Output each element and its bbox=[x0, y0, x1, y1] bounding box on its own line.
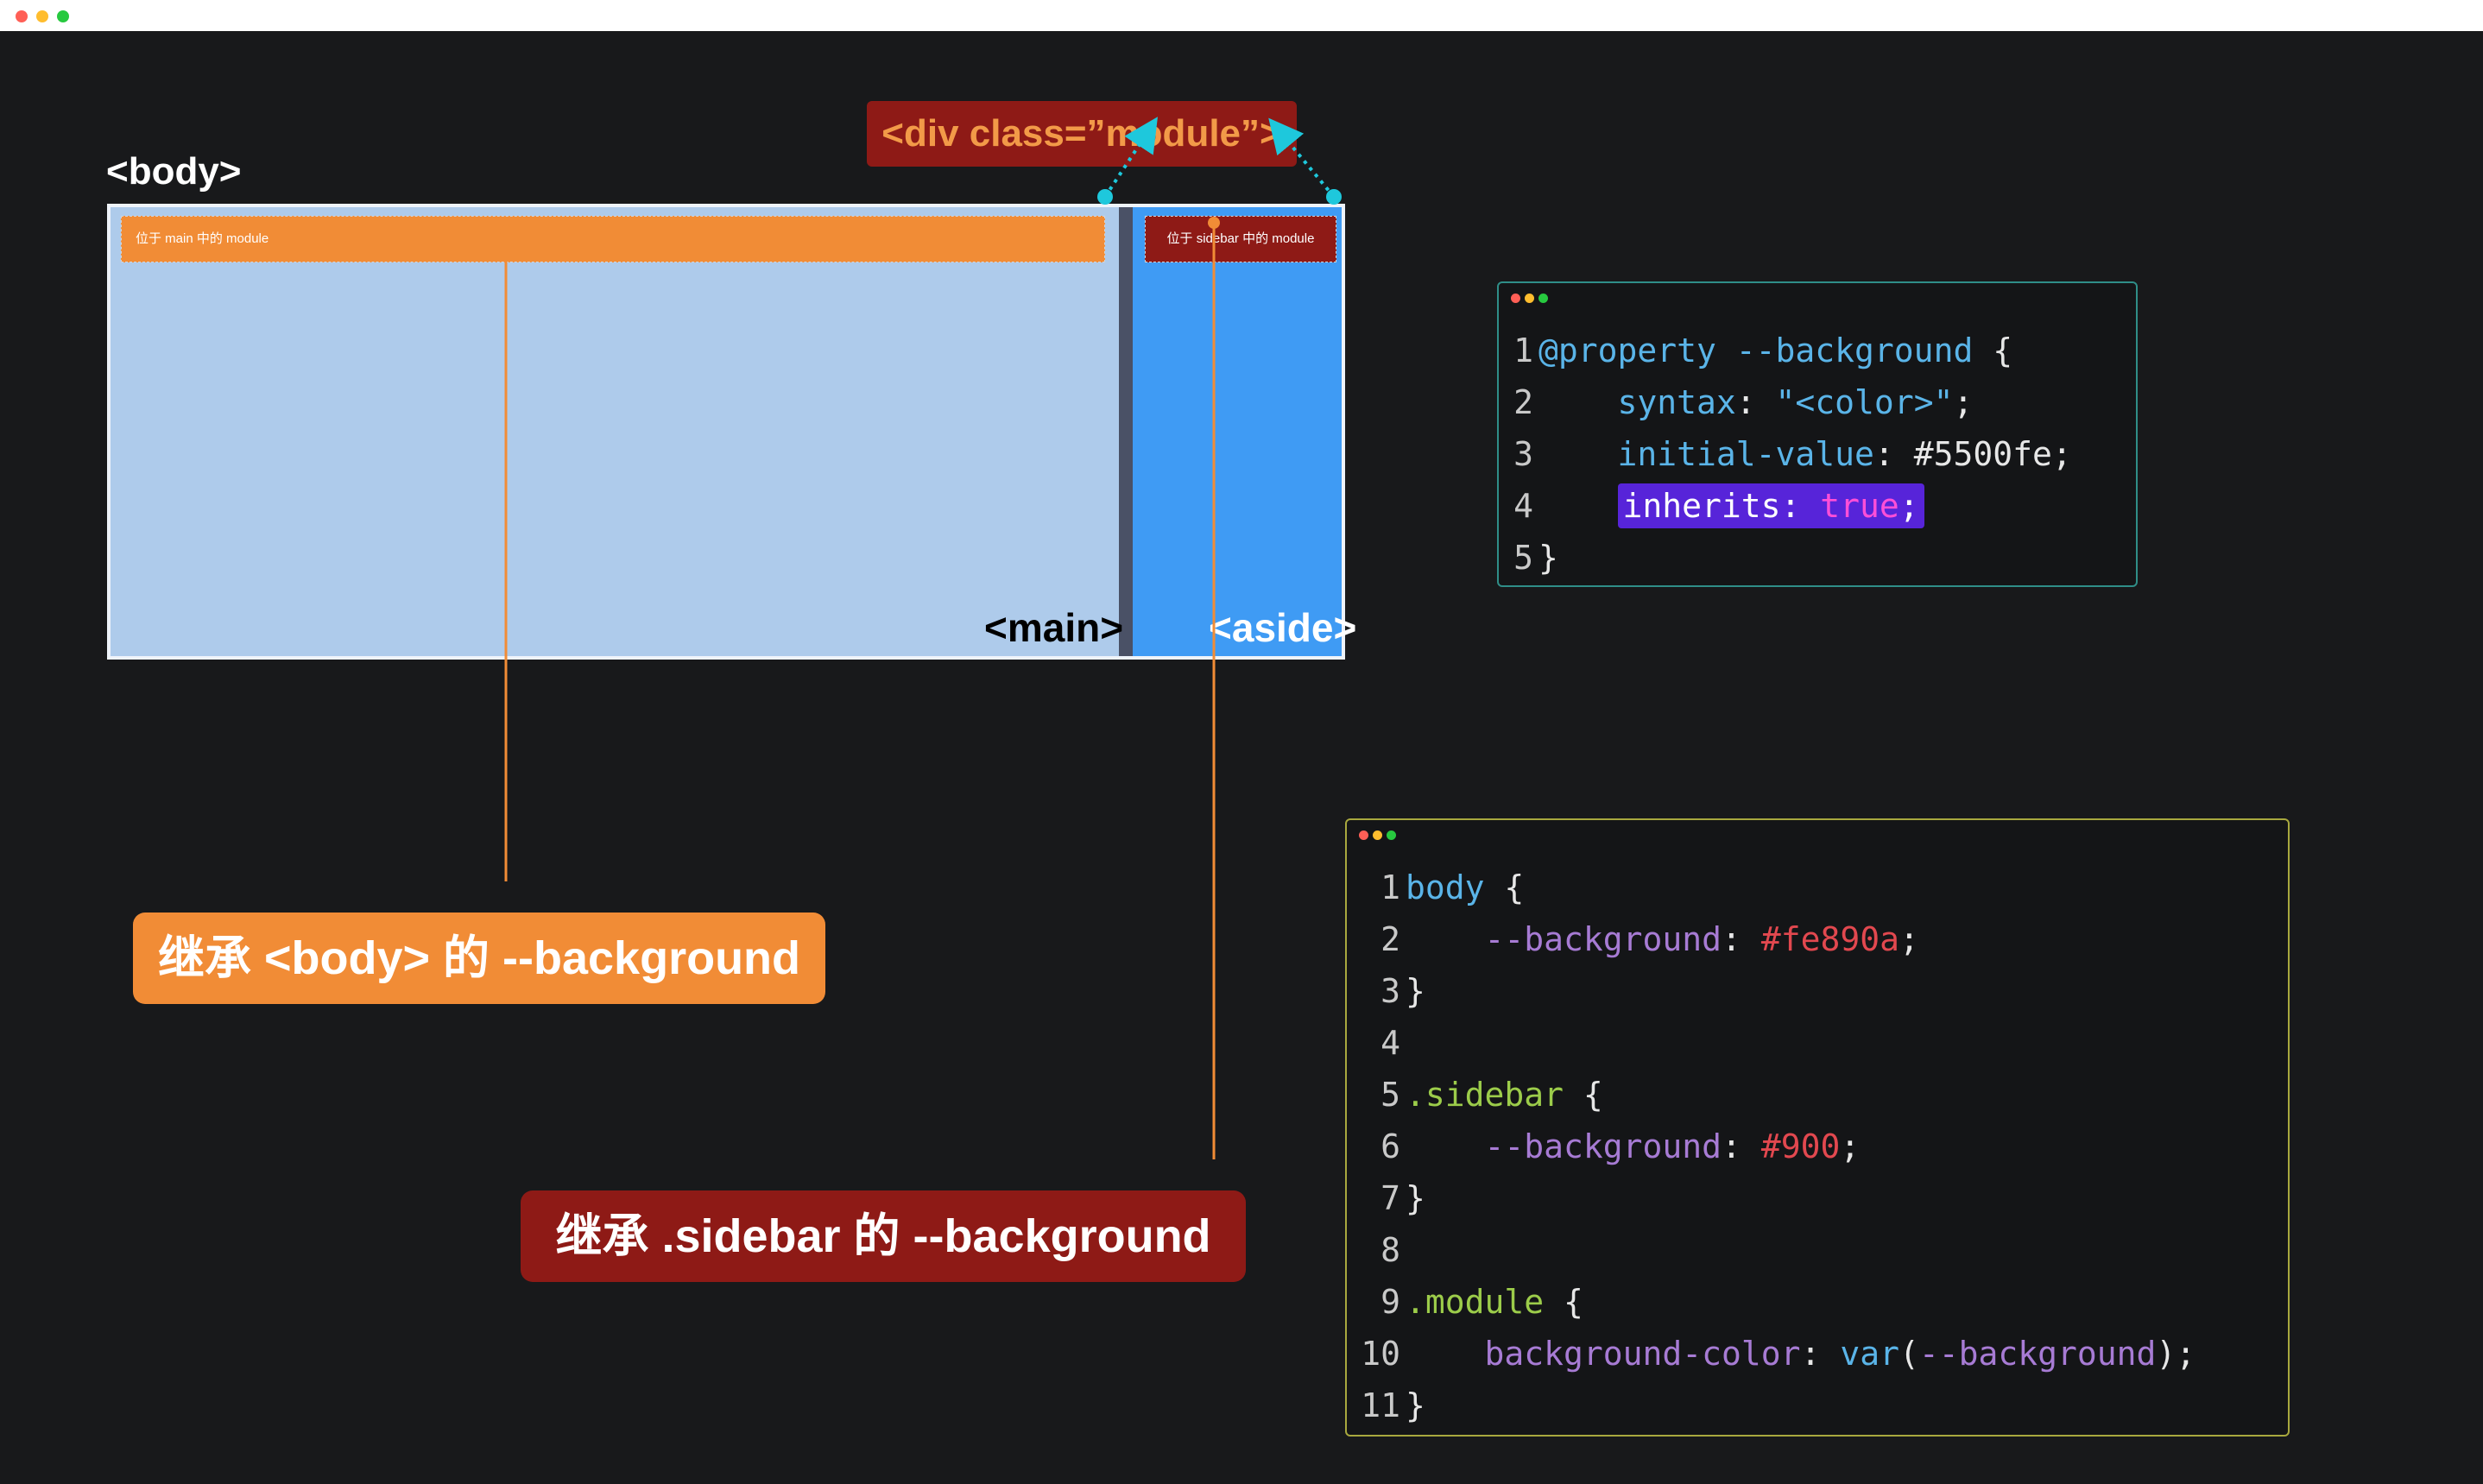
panel-close-dot-icon bbox=[1359, 830, 1368, 840]
code-panel-property: 1 @property --background { 2 syntax: "<co… bbox=[1497, 281, 2138, 587]
panel-minimize-dot-icon bbox=[1525, 294, 1534, 303]
connector-side-to-badge bbox=[1268, 117, 1336, 199]
code-block: 1 body { 2 --background: #fe890a; 3} 4 5.… bbox=[1347, 862, 2288, 1431]
code-line: 10 background-color: var(--background); bbox=[1361, 1335, 2196, 1373]
code-line: 6 --background: #900; bbox=[1380, 1127, 1861, 1165]
connector-main-to-badge bbox=[1103, 117, 1158, 199]
connector-dot-side bbox=[1326, 189, 1342, 205]
code-line-highlighted: 4 inherits: true; bbox=[1499, 480, 2136, 532]
code-block: 1 @property --background { 2 syntax: "<co… bbox=[1499, 325, 2136, 584]
code-panel-css: 1 body { 2 --background: #fe890a; 3} 4 5.… bbox=[1345, 818, 2290, 1437]
code-line: 2 syntax: "<color>"; bbox=[1513, 383, 1974, 421]
code-line: 11} bbox=[1361, 1386, 1425, 1424]
minimize-dot-icon[interactable] bbox=[36, 10, 48, 22]
callout-inherit-sidebar: 继承 .sidebar 的 --background bbox=[521, 1190, 1246, 1282]
panel-minimize-dot-icon bbox=[1373, 830, 1382, 840]
code-line: 8 bbox=[1380, 1231, 1400, 1269]
panel-maximize-dot-icon bbox=[1538, 294, 1548, 303]
code-line: 5} bbox=[1513, 539, 1558, 577]
code-line: 5 .sidebar { bbox=[1380, 1076, 1603, 1114]
code-line: 9 .module { bbox=[1380, 1283, 1583, 1321]
window-titlebar bbox=[0, 0, 2483, 31]
code-line: 3 initial-value: #5500fe; bbox=[1513, 435, 2072, 473]
panel-maximize-dot-icon bbox=[1387, 830, 1396, 840]
inherit-dot-body bbox=[500, 225, 512, 237]
callout-inherit-body: 继承 <body> 的 --background bbox=[133, 913, 825, 1004]
close-dot-icon[interactable] bbox=[16, 10, 28, 22]
connector-dot-main bbox=[1097, 189, 1113, 205]
inherit-dot-sidebar bbox=[1208, 217, 1220, 229]
code-line: 1 body { bbox=[1380, 868, 1525, 906]
code-line: 1 @property --background { bbox=[1513, 332, 2013, 369]
code-line: 3} bbox=[1380, 972, 1425, 1010]
code-line: 2 --background: #fe890a; bbox=[1380, 920, 1919, 958]
inherits-highlight: inherits: true; bbox=[1617, 483, 1924, 528]
code-line: 4 bbox=[1380, 1024, 1400, 1062]
code-line: 7} bbox=[1380, 1179, 1425, 1217]
diagram-canvas: <body> 位于 main 中的 module 位于 sidebar 中的 m… bbox=[0, 31, 2483, 1484]
panel-close-dot-icon bbox=[1511, 294, 1520, 303]
maximize-dot-icon[interactable] bbox=[57, 10, 69, 22]
